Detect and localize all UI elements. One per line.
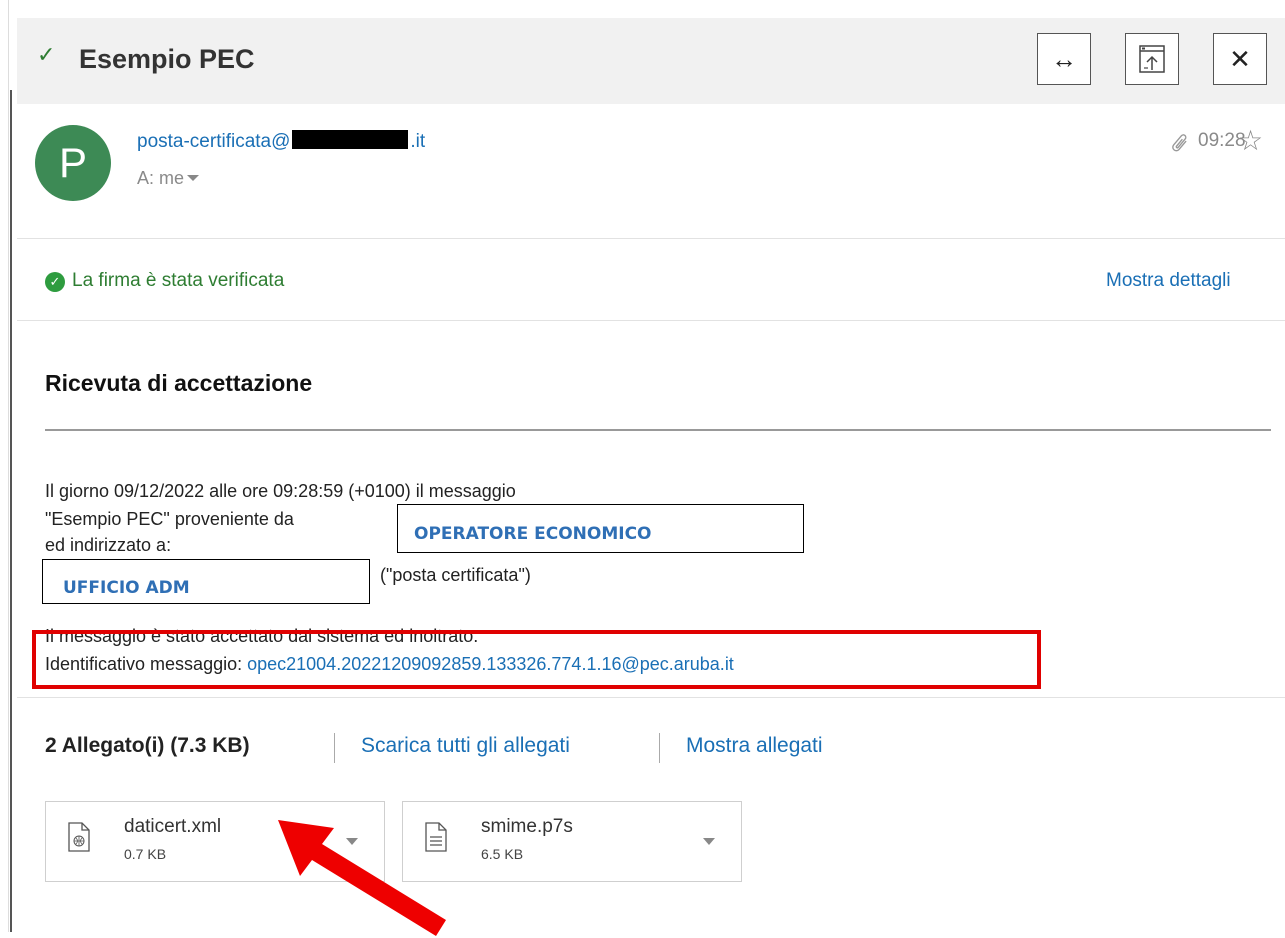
divider xyxy=(17,238,1285,239)
attachment-name: smime.p7s xyxy=(481,816,573,837)
horizontal-rule xyxy=(45,429,1271,431)
receipt-line-1: Il giorno 09/12/2022 alle ore 09:28:59 (… xyxy=(45,481,516,501)
receipt-line-2: "Esempio PEC" proveniente da xyxy=(45,509,294,529)
avatar: P xyxy=(35,125,111,201)
popout-button[interactable] xyxy=(1125,33,1179,85)
recipient-suffix: ("posta certificata") xyxy=(380,565,531,585)
close-button[interactable]: ✕ xyxy=(1213,33,1267,85)
show-details-link[interactable]: Mostra dettagli xyxy=(1106,270,1231,292)
chevron-down-icon xyxy=(187,175,200,181)
attachments-summary: 2 Allegato(i) (7.3 KB) xyxy=(45,734,250,757)
expand-button[interactable]: ↔ xyxy=(1037,33,1091,85)
download-all-link[interactable]: Scarica tutti gli allegati xyxy=(361,734,570,758)
message-subject: Esempio PEC xyxy=(79,44,255,74)
recipient-overlay-label: UFFICIO ADM xyxy=(63,578,190,598)
sender-email-suffix: .it xyxy=(410,131,426,152)
window-edge xyxy=(8,0,9,932)
divider xyxy=(17,697,1285,698)
sender-overlay-label: OPERATORE ECONOMICO xyxy=(414,524,652,544)
receipt-title: Ricevuta di accettazione xyxy=(45,370,313,396)
show-attachments-link[interactable]: Mostra allegati xyxy=(686,734,823,758)
redaction-block xyxy=(292,130,409,149)
message-header-bar: ✓ Esempio PEC ↔ ✕ xyxy=(17,18,1285,104)
xml-file-icon xyxy=(68,822,90,852)
check-circle-icon: ✓ xyxy=(45,272,65,292)
annotation-arrow-icon xyxy=(278,820,446,936)
window-border xyxy=(10,90,12,932)
highlight-frame xyxy=(32,630,1041,689)
separator xyxy=(334,733,335,763)
attachment-size: 6.5 KB xyxy=(481,846,524,862)
sender-email[interactable]: posta-certificata@ .it xyxy=(137,130,425,153)
sender-email-prefix: posta-certificata@ xyxy=(137,131,291,152)
divider xyxy=(17,320,1285,321)
chevron-down-icon[interactable] xyxy=(703,838,715,845)
separator xyxy=(659,733,660,763)
receipt-line-3: ed indirizzato a: xyxy=(45,535,172,555)
attachment-name: daticert.xml xyxy=(124,816,222,837)
signature-status: La firma è stata verificata xyxy=(72,270,285,291)
checkmark-icon: ✓ xyxy=(37,42,56,67)
recipient-toggle[interactable]: A: me xyxy=(137,168,200,189)
paperclip-icon xyxy=(1162,129,1194,162)
star-icon[interactable]: ☆ xyxy=(1238,124,1263,157)
attachment-size: 0.7 KB xyxy=(124,846,167,862)
recipient-label: A: me xyxy=(137,168,185,188)
popout-window-icon xyxy=(1139,45,1165,73)
